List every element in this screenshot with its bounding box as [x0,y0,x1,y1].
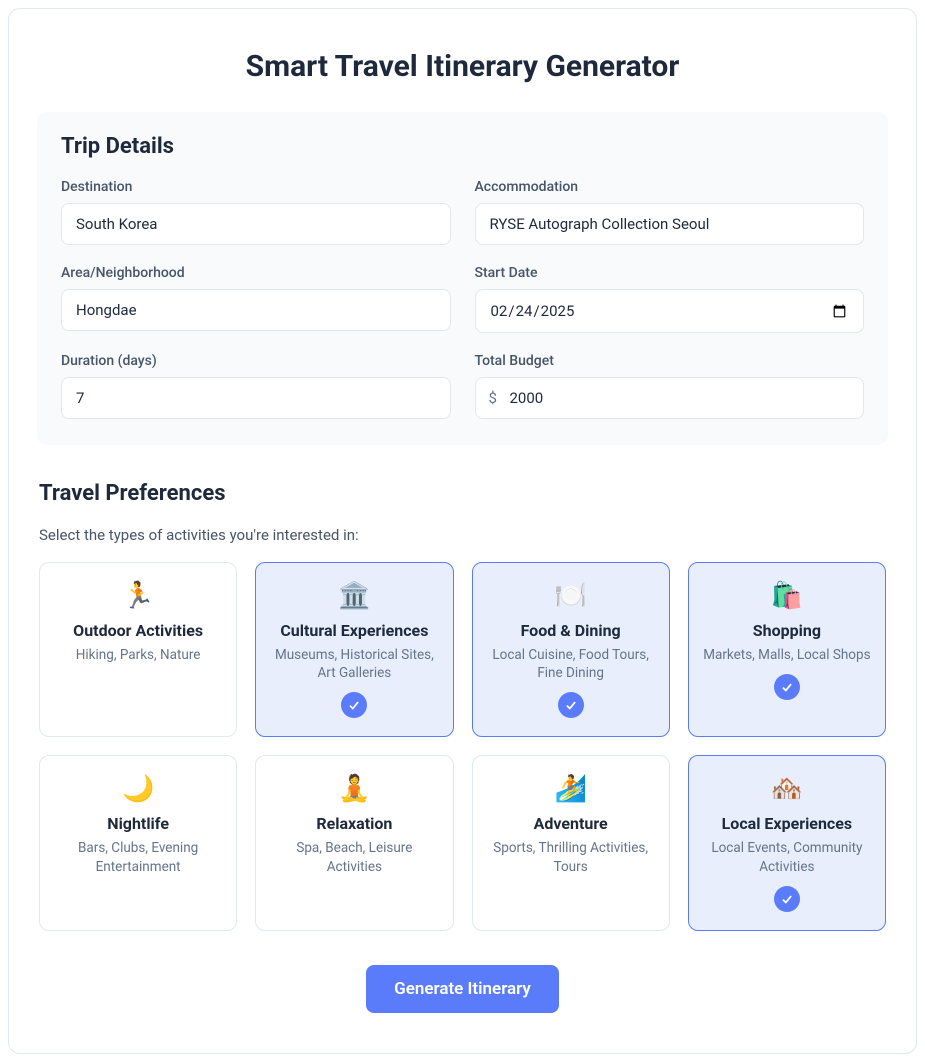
accommodation-field: Accommodation [475,179,865,245]
duration-field: Duration (days) [61,353,451,419]
pref-card-title: Local Experiences [722,814,852,833]
preferences-subtitle: Select the types of activities you're in… [39,526,886,544]
pref-card-desc: Local Cuisine, Food Tours, Fine Dining [487,646,655,682]
pref-card-title: Adventure [534,814,608,833]
pref-card-desc: Bars, Clubs, Evening Entertainment [54,839,222,875]
check-icon [774,674,800,700]
check-icon [341,692,367,718]
pref-card-outdoor[interactable]: 🏃 Outdoor Activities Hiking, Parks, Nature [39,562,237,737]
duration-label: Duration (days) [61,353,451,369]
preferences-grid: 🏃 Outdoor Activities Hiking, Parks, Nature… [39,562,886,931]
adventure-icon: 🏄 [554,776,586,802]
trip-details-title: Trip Details [61,134,864,159]
generate-row: Generate Itinerary [37,965,888,1013]
outdoor-icon: 🏃 [122,583,154,609]
pref-card-adventure[interactable]: 🏄 Adventure Sports, Thrilling Activities, … [472,755,670,930]
check-icon [558,692,584,718]
destination-field: Destination [61,179,451,245]
relaxation-icon: 🧘 [338,776,370,802]
check-icon [774,886,800,912]
budget-input[interactable] [475,377,865,419]
nightlife-icon: 🌙 [122,776,154,802]
food-icon: 🍽️ [554,583,586,609]
pref-card-title: Relaxation [316,814,392,833]
preferences-section: Travel Preferences Select the types of a… [37,481,888,931]
page-title: Smart Travel Itinerary Generator [37,49,888,84]
local-icon: 🏘️ [771,776,803,802]
pref-card-title: Cultural Experiences [280,621,428,640]
area-field: Area/Neighborhood [61,265,451,333]
pref-card-title: Food & Dining [521,621,621,640]
start-date-input[interactable] [475,289,865,333]
pref-card-title: Outdoor Activities [73,621,203,640]
destination-label: Destination [61,179,451,195]
pref-card-desc: Spa, Beach, Leisure Activities [270,839,438,875]
trip-details-card: Trip Details Destination Accommodation A… [37,112,888,445]
pref-card-title: Shopping [753,621,821,640]
pref-card-food[interactable]: 🍽️ Food & Dining Local Cuisine, Food Tours… [472,562,670,737]
start-date-label: Start Date [475,265,865,281]
pref-card-desc: Museums, Historical Sites, Art Galleries [270,646,438,682]
area-input[interactable] [61,289,451,331]
pref-card-desc: Hiking, Parks, Nature [76,646,201,664]
budget-field: Total Budget $ [475,353,865,419]
preferences-title: Travel Preferences [39,481,886,506]
pref-card-nightlife[interactable]: 🌙 Nightlife Bars, Clubs, Evening Entertain… [39,755,237,930]
pref-card-relaxation[interactable]: 🧘 Relaxation Spa, Beach, Leisure Activitie… [255,755,453,930]
generate-itinerary-button[interactable]: Generate Itinerary [366,965,559,1013]
pref-card-cultural[interactable]: 🏛️ Cultural Experiences Museums, Historica… [255,562,453,737]
dollar-icon: $ [489,389,497,407]
pref-card-local[interactable]: 🏘️ Local Experiences Local Events, Communi… [688,755,886,930]
pref-card-desc: Sports, Thrilling Activities, Tours [487,839,655,875]
duration-input[interactable] [61,377,451,419]
budget-wrapper: $ [475,377,865,419]
start-date-field: Start Date [475,265,865,333]
pref-card-shopping[interactable]: 🛍️ Shopping Markets, Malls, Local Shops [688,562,886,737]
pref-card-desc: Markets, Malls, Local Shops [703,646,870,664]
main-container: Smart Travel Itinerary Generator Trip De… [8,8,917,1054]
area-label: Area/Neighborhood [61,265,451,281]
pref-card-desc: Local Events, Community Activities [703,839,871,875]
accommodation-input[interactable] [475,203,865,245]
trip-details-grid: Destination Accommodation Area/Neighborh… [61,179,864,419]
pref-card-title: Nightlife [107,814,169,833]
destination-input[interactable] [61,203,451,245]
cultural-icon: 🏛️ [338,583,370,609]
accommodation-label: Accommodation [475,179,865,195]
budget-label: Total Budget [475,353,865,369]
shopping-icon: 🛍️ [771,583,803,609]
